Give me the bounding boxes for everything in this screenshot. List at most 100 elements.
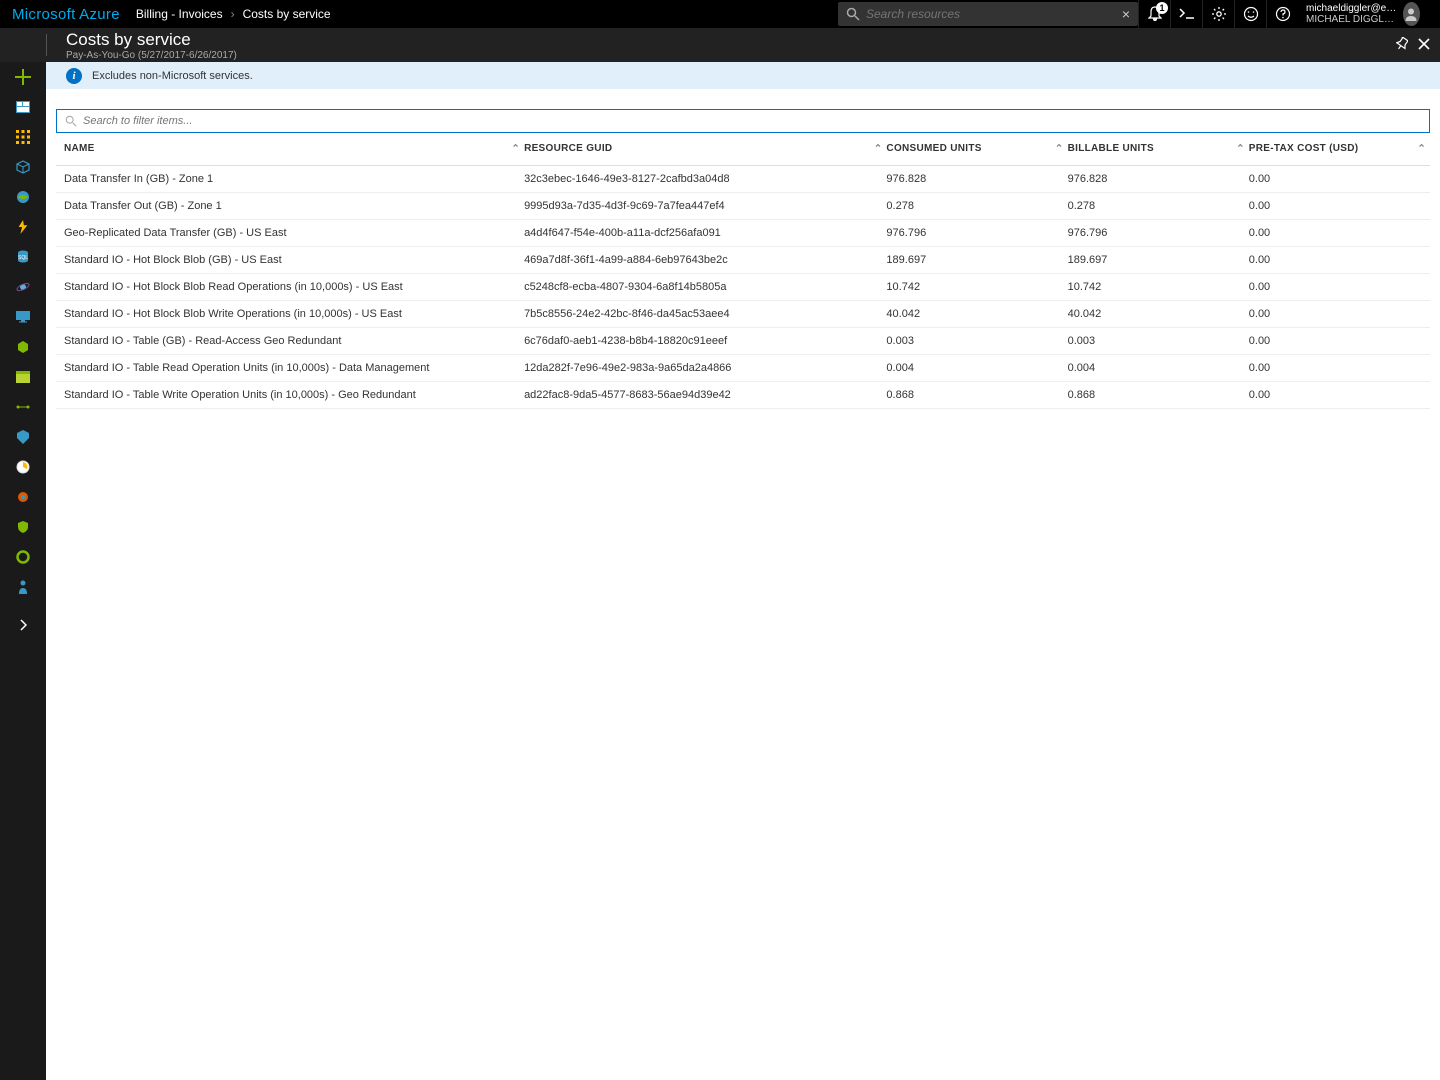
chevron-right-icon: ›	[231, 7, 235, 21]
cell-guid: 469a7d8f-36f1-4a99-a884-6eb97643be2c	[524, 246, 886, 273]
table-row[interactable]: Standard IO - Hot Block Blob Read Operat…	[56, 273, 1430, 300]
cell-billable: 0.003	[1068, 327, 1249, 354]
storage-icon[interactable]	[0, 362, 46, 392]
brand-logo[interactable]: Microsoft Azure	[12, 6, 120, 23]
cell-cost: 0.00	[1249, 165, 1430, 192]
cost-icon[interactable]	[0, 542, 46, 572]
cell-guid: a4d4f647-f54e-400b-a11a-dcf256afa091	[524, 219, 886, 246]
cell-name: Standard IO - Table Read Operation Units…	[56, 354, 524, 381]
monitor-icon[interactable]	[0, 452, 46, 482]
grid-icon[interactable]	[0, 122, 46, 152]
cell-guid: 12da282f-7e96-49e2-983a-9a65da2a4866	[524, 354, 886, 381]
search-input[interactable]	[866, 7, 1122, 21]
security-icon[interactable]	[0, 512, 46, 542]
top-actions: 1 michaeldiggler@ex… MICHAEL DIGGLER (DE…	[1138, 0, 1428, 28]
cell-billable: 40.042	[1068, 300, 1249, 327]
sort-icon: ⌃	[1417, 143, 1426, 154]
notification-badge: 1	[1156, 2, 1168, 14]
feedback-smile-icon[interactable]	[1234, 0, 1266, 28]
cell-billable: 976.796	[1068, 219, 1249, 246]
cell-cost: 0.00	[1249, 327, 1430, 354]
sort-icon: ⌃	[874, 143, 883, 154]
costs-table: NAME⌃ RESOURCE GUID⌃ CONSUMED UNITS⌃ BIL…	[56, 133, 1430, 409]
cell-name: Standard IO - Hot Block Blob (GB) - US E…	[56, 246, 524, 273]
avatar-icon	[1403, 2, 1420, 26]
info-banner: i Excludes non-Microsoft services.	[46, 62, 1440, 89]
cell-cost: 0.00	[1249, 192, 1430, 219]
col-header-billable[interactable]: BILLABLE UNITS⌃	[1068, 133, 1249, 165]
globe-icon[interactable]	[0, 182, 46, 212]
user-directory: MICHAEL DIGGLER (DEF…	[1306, 14, 1397, 25]
col-header-name[interactable]: NAME⌃	[56, 133, 524, 165]
cell-consumed: 976.828	[886, 165, 1067, 192]
breadcrumb-billing[interactable]: Billing - Invoices	[136, 7, 223, 21]
cell-billable: 0.868	[1068, 381, 1249, 408]
vm-icon[interactable]	[0, 302, 46, 332]
notifications-icon[interactable]: 1	[1138, 0, 1170, 28]
cell-billable: 976.828	[1068, 165, 1249, 192]
filter-search-icon	[65, 115, 77, 127]
cube-icon[interactable]	[0, 152, 46, 182]
cell-consumed: 0.868	[886, 381, 1067, 408]
close-blade-icon[interactable]	[1418, 37, 1430, 54]
table-row[interactable]: Standard IO - Hot Block Blob Write Opera…	[56, 300, 1430, 327]
support-icon[interactable]	[0, 572, 46, 602]
filter-input[interactable]	[83, 115, 1421, 127]
user-account[interactable]: michaeldiggler@ex… MICHAEL DIGGLER (DEF…	[1298, 2, 1428, 26]
table-row[interactable]: Standard IO - Table Read Operation Units…	[56, 354, 1430, 381]
table-row[interactable]: Data Transfer Out (GB) - Zone 19995d93a-…	[56, 192, 1430, 219]
aad-icon[interactable]	[0, 422, 46, 452]
info-icon: i	[66, 68, 82, 84]
cell-guid: 32c3ebec-1646-49e3-8127-2cafbd3a04d8	[524, 165, 886, 192]
network-icon[interactable]	[0, 392, 46, 422]
table-row[interactable]: Standard IO - Table Write Operation Unit…	[56, 381, 1430, 408]
left-nav-rail: SQL	[0, 0, 46, 1080]
sort-icon: ⌃	[1236, 143, 1245, 154]
cell-name: Data Transfer In (GB) - Zone 1	[56, 165, 524, 192]
cell-consumed: 40.042	[886, 300, 1067, 327]
help-icon[interactable]	[1266, 0, 1298, 28]
cell-cost: 0.00	[1249, 246, 1430, 273]
table-row[interactable]: Geo-Replicated Data Transfer (GB) - US E…	[56, 219, 1430, 246]
content-pane: i Excludes non-Microsoft services. NAME⌃…	[46, 62, 1440, 1080]
sql-database-icon[interactable]: SQL	[0, 242, 46, 272]
cell-guid: ad22fac8-9da5-4577-8683-56ae94d39e42	[524, 381, 886, 408]
table-row[interactable]: Data Transfer In (GB) - Zone 132c3ebec-1…	[56, 165, 1430, 192]
cloud-shell-icon[interactable]	[1170, 0, 1202, 28]
function-icon[interactable]	[0, 212, 46, 242]
cell-consumed: 0.278	[886, 192, 1067, 219]
clear-search-icon[interactable]: ×	[1122, 6, 1130, 22]
cell-consumed: 189.697	[886, 246, 1067, 273]
table-row[interactable]: Standard IO - Table (GB) - Read-Access G…	[56, 327, 1430, 354]
cell-name: Data Transfer Out (GB) - Zone 1	[56, 192, 524, 219]
cosmos-icon[interactable]	[0, 272, 46, 302]
advisor-icon[interactable]	[0, 482, 46, 512]
cell-name: Standard IO - Hot Block Blob Read Operat…	[56, 273, 524, 300]
col-header-consumed[interactable]: CONSUMED UNITS⌃	[886, 133, 1067, 165]
cell-cost: 0.00	[1249, 219, 1430, 246]
col-header-cost[interactable]: PRE-TAX COST (USD)⌃	[1249, 133, 1430, 165]
settings-gear-icon[interactable]	[1202, 0, 1234, 28]
sort-icon: ⌃	[1055, 143, 1064, 154]
cell-billable: 0.278	[1068, 192, 1249, 219]
svg-text:SQL: SQL	[18, 255, 28, 261]
breadcrumb-costs[interactable]: Costs by service	[243, 7, 331, 21]
breadcrumb: Billing - Invoices › Costs by service	[136, 7, 331, 21]
cell-consumed: 0.004	[886, 354, 1067, 381]
page-title: Costs by service	[66, 30, 237, 50]
cell-name: Standard IO - Hot Block Blob Write Opera…	[56, 300, 524, 327]
global-search[interactable]: ×	[838, 2, 1138, 26]
info-text: Excludes non-Microsoft services.	[92, 70, 253, 82]
user-email: michaeldiggler@ex…	[1306, 3, 1397, 14]
more-services-icon[interactable]	[0, 610, 46, 640]
new-resource-icon[interactable]	[0, 62, 46, 92]
balancer-icon[interactable]	[0, 332, 46, 362]
col-header-guid[interactable]: RESOURCE GUID⌃	[524, 133, 886, 165]
filter-box[interactable]	[56, 109, 1430, 133]
cell-consumed: 976.796	[886, 219, 1067, 246]
pin-icon[interactable]	[1396, 37, 1408, 54]
dashboard-icon[interactable]	[0, 92, 46, 122]
cell-guid: 6c76daf0-aeb1-4238-b8b4-18820c91eeef	[524, 327, 886, 354]
sort-icon: ⌃	[511, 143, 520, 154]
table-row[interactable]: Standard IO - Hot Block Blob (GB) - US E…	[56, 246, 1430, 273]
